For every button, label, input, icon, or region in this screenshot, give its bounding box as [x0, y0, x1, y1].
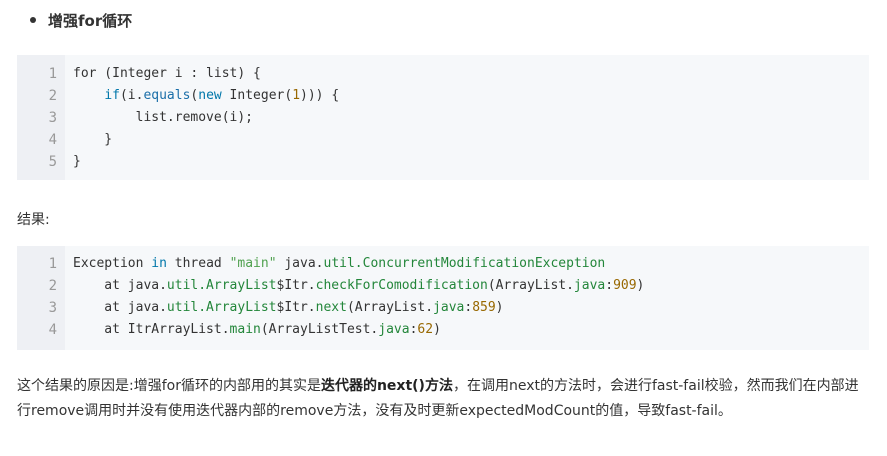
heading-text: 增强for循环: [48, 12, 133, 30]
explanation-bold: 迭代器的next()方法: [320, 378, 453, 394]
code-token: checkForComodification: [315, 278, 488, 293]
code-token: util.ArrayList: [166, 278, 277, 293]
code-token: (ArrayList.: [346, 300, 434, 315]
line-number: 1: [48, 66, 57, 82]
explanation-paragraph: 这个结果的原因是:增强for循环的内部用的其实是迭代器的next()方法，在调用…: [17, 374, 869, 424]
line-number: 4: [48, 322, 57, 338]
code-token: at java.: [73, 278, 167, 293]
code-line: at java.util.ArrayList$Itr.checkForComod…: [73, 278, 644, 293]
line-number-gutter: 1 2 3 4 5: [17, 55, 65, 180]
code-token: in: [151, 256, 167, 271]
code-token: ): [636, 278, 645, 293]
code-token: util.ConcurrentModificationException: [323, 256, 606, 271]
code-token: }: [73, 154, 81, 169]
code-token: main: [229, 322, 261, 337]
code-line: Exception in thread "main" java.util.Con…: [73, 256, 605, 271]
code-token: java: [573, 278, 606, 293]
code-token: $Itr.: [276, 278, 316, 293]
code-block-for-loop: 1 2 3 4 5 for (Integer i : list) { if(i.equa…: [17, 55, 869, 180]
code-token: 62: [417, 322, 434, 337]
code-line: }: [73, 132, 112, 147]
code-token: $Itr.: [276, 300, 316, 315]
code-token: java: [378, 322, 410, 337]
code-line: for (Integer i : list) {: [73, 66, 261, 81]
code-token: :: [605, 278, 614, 293]
line-number: 3: [48, 300, 57, 316]
code-token: ): [433, 322, 441, 337]
explanation-text-1: 这个结果的原因是:增强for循环的内部用的其实是: [17, 378, 321, 394]
code-line: }: [73, 154, 81, 169]
line-number: 1: [48, 256, 57, 272]
bullet-dot: [30, 16, 36, 23]
code-token: for (Integer i : list) {: [73, 66, 261, 81]
code-line: at java.util.ArrayList$Itr.next(ArrayLis…: [73, 300, 504, 315]
line-number: 4: [48, 132, 57, 148]
code-token: 909: [613, 278, 637, 293]
code-token: java.: [276, 256, 324, 271]
code-token: Exception: [73, 256, 152, 271]
result-label: 结果:: [17, 212, 50, 228]
code-token: :: [464, 300, 473, 315]
section-heading: 增强for循环: [30, 10, 132, 31]
code-token: ))) {: [300, 88, 340, 103]
code-token: "main": [229, 256, 277, 271]
code-line: at ItrArrayList.main(ArrayListTest.java:…: [73, 322, 441, 337]
code-token: list.remove(i);: [73, 110, 254, 125]
code-token: if: [104, 88, 120, 103]
code-line: list.remove(i);: [73, 110, 253, 125]
code-token: equals: [143, 88, 191, 103]
code-token: (i.: [119, 88, 144, 103]
code-token: java: [433, 300, 465, 315]
line-number-gutter: 1 2 3 4: [17, 246, 65, 350]
code-line: if(i.equals(new Integer(1))) {: [73, 88, 339, 103]
code-token: 859: [472, 300, 496, 315]
code-token: new: [198, 88, 222, 103]
line-number: 2: [48, 278, 57, 294]
line-number: 5: [48, 154, 57, 170]
code-token: }: [73, 132, 113, 147]
line-number: 3: [48, 110, 57, 126]
code-token: at ItrArrayList.: [73, 322, 230, 337]
code-token: (ArrayListTest.: [260, 322, 379, 337]
code-token: ): [495, 300, 504, 315]
code-token: next: [315, 300, 347, 315]
code-token: thread: [166, 256, 230, 271]
code-token: (ArrayList.: [487, 278, 574, 293]
code-token: util.ArrayList: [166, 300, 277, 315]
code-token: 1: [292, 88, 301, 103]
line-number: 2: [48, 88, 57, 104]
code-token: Integer(: [221, 88, 293, 103]
code-token: at java.: [73, 300, 167, 315]
code-block-exception: 1234 Exception in thread "main" java.uti…: [17, 246, 869, 350]
